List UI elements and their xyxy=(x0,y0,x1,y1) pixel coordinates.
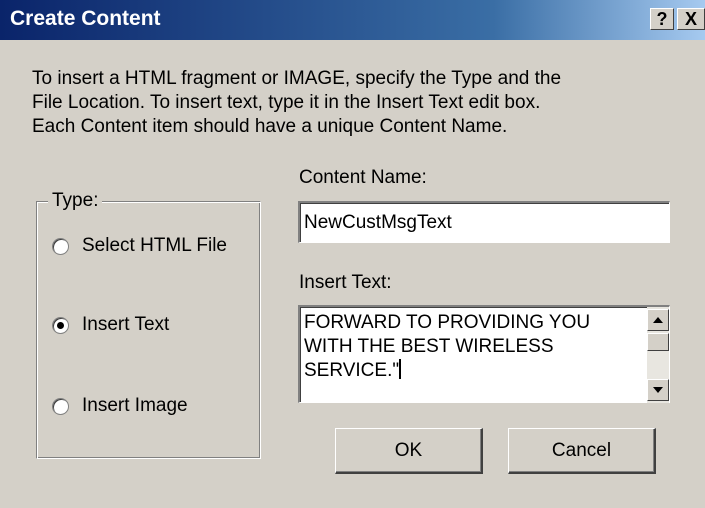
radio-insert-text[interactable]: Insert Text xyxy=(52,313,169,337)
content-name-label: Content Name: xyxy=(299,167,427,188)
vertical-scrollbar[interactable] xyxy=(647,307,669,403)
scroll-thumb[interactable] xyxy=(647,333,669,351)
insert-text-line: FORWARD TO PROVIDING YOU xyxy=(304,312,591,333)
instructions-line: To insert a HTML fragment or IMAGE, spec… xyxy=(32,68,562,89)
instructions-line: File Location. To insert text, type it i… xyxy=(32,92,541,113)
cancel-button[interactable]: Cancel xyxy=(508,428,656,474)
radio-insert-image[interactable]: Insert Image xyxy=(52,394,188,418)
content-name-input[interactable] xyxy=(298,201,670,243)
text-caret xyxy=(399,359,402,379)
insert-text-line: WITH THE BEST WIRELESS xyxy=(304,336,554,357)
radio-label: Insert Text xyxy=(82,314,170,335)
insert-text-content: FORWARD TO PROVIDING YOU WITH THE BEST W… xyxy=(304,311,642,383)
arrow-up-icon xyxy=(653,317,663,323)
radio-button-icon[interactable] xyxy=(52,237,69,255)
radio-select-html-file[interactable]: Select HTML File xyxy=(52,234,227,258)
scroll-down-button[interactable] xyxy=(647,379,669,401)
type-group-legend: Type: xyxy=(48,190,103,212)
ok-button[interactable]: OK xyxy=(335,428,483,474)
title-bar: Create Content ? X xyxy=(0,0,705,40)
instructions-text: To insert a HTML fragment or IMAGE, spec… xyxy=(32,67,692,139)
radio-label: Select HTML File xyxy=(82,235,227,256)
insert-text-line: SERVICE." xyxy=(304,360,400,381)
insert-text-label: Insert Text: xyxy=(299,272,392,293)
arrow-down-icon xyxy=(653,387,663,393)
instructions-line: Each Content item should have a unique C… xyxy=(32,116,508,137)
radio-button-icon[interactable] xyxy=(52,397,69,415)
radio-label: Insert Image xyxy=(82,395,188,416)
help-button[interactable]: ? xyxy=(650,8,674,30)
scroll-up-button[interactable] xyxy=(647,309,669,331)
window-title: Create Content xyxy=(10,7,161,30)
close-button[interactable]: X xyxy=(677,8,705,30)
insert-text-area[interactable]: FORWARD TO PROVIDING YOU WITH THE BEST W… xyxy=(298,305,670,403)
radio-button-selected-icon[interactable] xyxy=(52,316,69,334)
